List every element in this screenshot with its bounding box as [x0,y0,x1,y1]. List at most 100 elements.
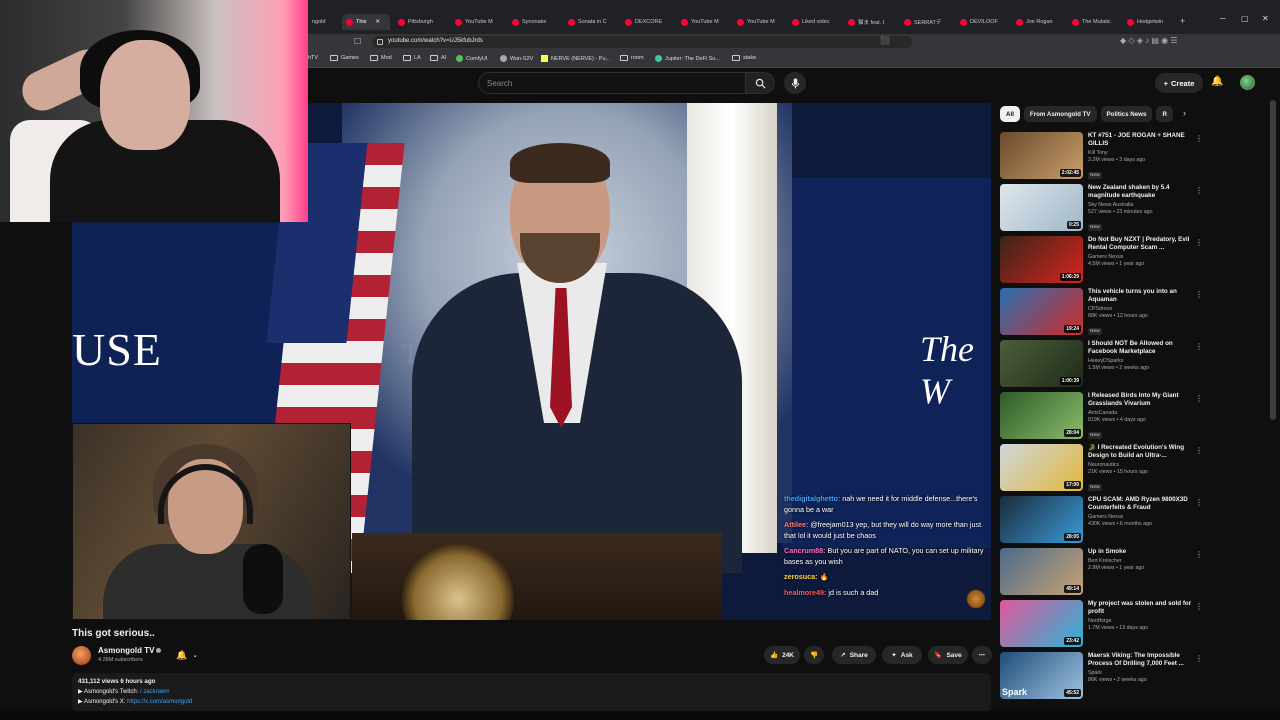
channel-name[interactable]: Gamers Nexus [1088,254,1194,260]
video-title[interactable]: I Released Birds Into My Giant Grassland… [1088,392,1194,408]
save-button[interactable]: 🔖 Save [928,646,968,664]
more-options-icon[interactable]: ⋮ [1195,134,1203,143]
video-title[interactable]: New Zealand shaken by 5.4 magnitude eart… [1088,184,1194,200]
bookmark-folder[interactable]: AI [430,55,446,61]
bookmark-folder[interactable]: Games [330,55,359,61]
tab-current[interactable]: This ✕ [342,14,390,30]
recommendation-item[interactable]: 28:05 CPU SCAM: AMD Ryzen 9800X3D Counter… [1000,496,1203,546]
video-title[interactable]: CPU SCAM: AMD Ryzen 9800X3D Counterfeits… [1088,496,1194,512]
search-input[interactable]: Search [478,72,746,94]
bookmark-item[interactable]: NERVE (NERVE) - Pu... [541,55,610,62]
channel-name[interactable]: HeavyDSparks [1088,358,1194,364]
more-options-icon[interactable]: ⋮ [1195,186,1203,195]
close-tab-icon[interactable]: ✕ [375,19,380,25]
chip-politics-news[interactable]: Politics News [1100,106,1153,122]
maximize-icon[interactable]: ▢ [1241,14,1249,23]
video-thumbnail[interactable]: 49:14 [1000,548,1083,595]
share-button[interactable]: ↗ Share [832,646,876,664]
recommendation-item[interactable]: 2:02:45 KT #751 - JOE ROGAN + SHANE GILLI… [1000,132,1203,182]
video-thumbnail[interactable]: 23:42 [1000,600,1083,647]
recommendation-item[interactable]: 17:00 🐊 I Recreated Evolution's Wing Desi… [1000,444,1203,494]
bookmark-item[interactable]: Wan-S2V [500,55,533,62]
recommendation-item[interactable]: 23:42 My project was stolen and sold for … [1000,600,1203,650]
bookmark-folder[interactable]: LA [403,55,421,61]
video-title[interactable]: This vehicle turns you into an Aquaman [1088,288,1194,304]
tab-11[interactable]: SERRATデ [904,14,956,30]
chip-from-channel[interactable]: From Asmongold TV [1023,106,1097,122]
video-thumbnail[interactable]: 1:06:29 [1000,236,1083,283]
ask-button[interactable]: ✦ Ask [882,646,922,664]
video-title[interactable]: I Should NOT Be Allowed on Facebook Mark… [1088,340,1194,356]
more-actions-button[interactable]: ⋯ [972,646,992,664]
tab-12[interactable]: DEVILOOF [960,14,1012,30]
bookmark-item[interactable]: hTV [308,55,318,61]
recommendation-item[interactable]: 1:06:29 Do Not Buy NZXT | Predatory, Evil… [1000,236,1203,286]
video-thumbnail[interactable]: 2:02:45 [1000,132,1083,179]
video-title[interactable]: My project was stolen and sold for profi… [1088,600,1194,616]
description-box[interactable] [72,673,991,711]
video-thumbnail[interactable]: 17:00 [1000,444,1083,491]
voice-search-button[interactable] [784,72,806,94]
bookmark-folder[interactable]: Mod [370,55,392,61]
subscription-bell-button[interactable]: 🔔 ⌄ [176,648,208,662]
recommendation-item[interactable]: 19:24 This vehicle turns you into an Aqua… [1000,288,1203,338]
tab-2[interactable]: Pittsburgh [398,14,450,30]
recommendation-item[interactable]: 1:00:39 I Should NOT Be Allowed on Facebo… [1000,340,1203,390]
chip-more[interactable]: R [1156,106,1173,122]
site-info-icon[interactable] [377,39,383,45]
channel-name[interactable]: Asmongold TV [98,646,154,655]
more-options-icon[interactable]: ⋮ [1195,602,1203,611]
video-thumbnail[interactable]: 28:05 [1000,496,1083,543]
tab-5[interactable]: Sonata in C [568,14,620,30]
twitch-link[interactable]: / zackrawrr [140,689,169,695]
url-field[interactable]: youtube.com/watch?v=UJ5kfubJrds [372,36,912,48]
tab-0[interactable]: ngold [312,14,334,30]
tab-10[interactable]: 猫ま feat. I [848,14,900,30]
tab-7[interactable]: YouTube M [681,14,733,30]
tab-6[interactable]: DEXCORE [625,14,677,30]
bookmark-item[interactable]: ComfyUI [456,55,487,62]
video-thumbnail[interactable]: 1:00:39 [1000,340,1083,387]
profile-avatar[interactable] [1240,75,1255,90]
video-thumbnail[interactable]: 19:24 [1000,288,1083,335]
channel-name[interactable]: Sky News Australia [1088,202,1194,208]
channel-name[interactable]: CPSdrone [1088,306,1194,312]
channel-name[interactable]: Spark [1088,670,1194,676]
channel-name[interactable]: Kill Tony [1088,150,1194,156]
tab-9[interactable]: Liked videc [792,14,844,30]
new-tab-button[interactable]: + [1180,13,1190,29]
dislike-button[interactable]: 👎 [804,646,824,664]
more-options-icon[interactable]: ⋮ [1195,654,1203,663]
tab-8[interactable]: YouTube M [737,14,789,30]
more-options-icon[interactable]: ⋮ [1195,550,1203,559]
minimize-icon[interactable]: ─ [1220,14,1226,23]
close-window-icon[interactable]: ✕ [1262,14,1269,23]
video-title[interactable]: 🐊 I Recreated Evolution's Wing Design to… [1088,444,1194,460]
x-link[interactable]: https://x.com/asmongold [127,699,192,705]
channel-name[interactable]: Bert Kreischer [1088,558,1194,564]
bookmark-item[interactable]: Jupiter: The DeFi Su... [655,55,720,62]
bookmark-star-icon[interactable]: ☐ [354,37,361,46]
tab-3[interactable]: YouTube M [455,14,507,30]
toolbar-icons[interactable]: ◆ ◇ ◈ ♪ ▤ ◉ ☰ [1120,36,1178,45]
chip-all[interactable]: All [1000,106,1020,122]
channel-avatar[interactable] [72,646,91,665]
channel-name[interactable]: Neuronautics [1088,462,1194,468]
video-thumbnail[interactable]: 0:25 [1000,184,1083,231]
channel-name[interactable]: AntsCanada [1088,410,1194,416]
video-title[interactable]: KT #751 - JOE ROGAN + SHANE GILLIS [1088,132,1194,148]
more-options-icon[interactable]: ⋮ [1195,394,1203,403]
video-title[interactable]: Do Not Buy NZXT | Predatory, Evil Rental… [1088,236,1194,252]
more-options-icon[interactable]: ⋮ [1195,290,1203,299]
tab-15[interactable]: Hodgetwin [1127,14,1175,30]
video-title[interactable]: Up in Smoke [1088,548,1194,556]
recommendation-item[interactable]: Spark 45:52 Maersk Viking: The Impossible … [1000,652,1203,702]
like-button[interactable]: 👍 24K [764,646,800,664]
scrollbar[interactable] [1270,100,1276,420]
video-title[interactable]: Maersk Viking: The Impossible Process Of… [1088,652,1194,668]
create-button[interactable]: + Create [1155,73,1203,93]
channel-name[interactable]: Gamers Nexus [1088,514,1194,520]
extension-icon[interactable]: ⬛ [880,36,890,45]
recommendation-item[interactable]: 49:14 Up in Smoke Bert Kreischer 2.9M views… [1000,548,1203,598]
more-options-icon[interactable]: ⋮ [1195,498,1203,507]
